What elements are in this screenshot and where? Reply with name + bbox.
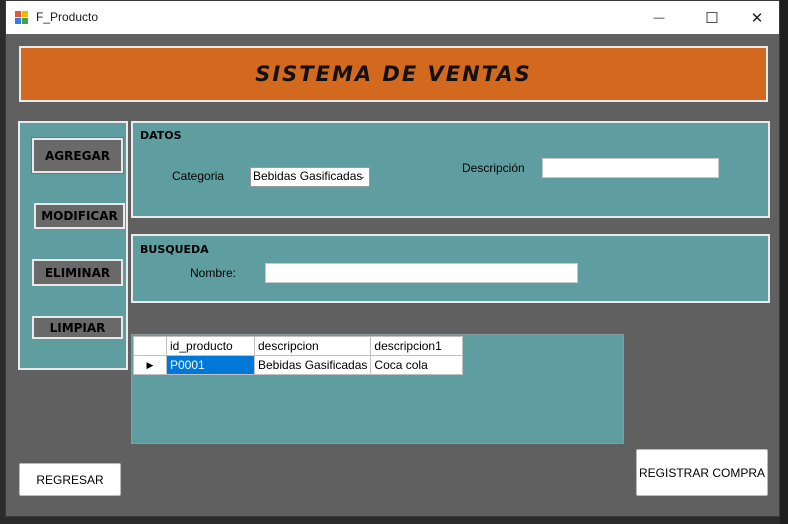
productos-table: id_producto descripcion descripcion1 ▶ P…	[133, 336, 464, 375]
sidebar-panel: AGREGAR MODIFICAR ELIMINAR LIMPIAR	[18, 121, 128, 370]
limpiar-button[interactable]: LIMPIAR	[32, 316, 123, 339]
nombre-search-input[interactable]	[265, 263, 578, 283]
row-header[interactable]: ▶	[133, 355, 167, 375]
limpiar-label: LIMPIAR	[49, 320, 106, 335]
minimize-button[interactable]: —	[636, 1, 682, 34]
categoria-select-value: Bebidas Gasificadas	[253, 169, 363, 183]
eliminar-button[interactable]: ELIMINAR	[32, 259, 123, 286]
title-bar: F_Producto — ☐ ✕	[6, 1, 779, 34]
busqueda-group: BUSQUEDA Nombre:	[131, 234, 770, 303]
current-row-arrow-icon: ▶	[146, 359, 154, 370]
chevron-down-icon: ⌄	[357, 171, 366, 182]
registrar-compra-button[interactable]: REGISTRAR COMPRA	[636, 449, 768, 496]
column-header-descripcion1[interactable]: descripcion1	[370, 336, 464, 356]
cell-descripcion[interactable]: Bebidas Gasificadas	[253, 355, 372, 375]
datos-group-title: DATOS	[140, 129, 182, 142]
modificar-label: MODIFICAR	[41, 209, 118, 223]
table-row[interactable]: ▶ P0001 Bebidas Gasificadas Coca cola	[133, 355, 464, 375]
app-window: F_Producto — ☐ ✕ SISTEMA DE VENTAS AGREG…	[5, 0, 780, 517]
column-header-descripcion[interactable]: descripcion	[253, 336, 372, 356]
agregar-button[interactable]: AGREGAR	[31, 137, 124, 174]
minimize-icon: —	[653, 11, 665, 24]
close-icon: ✕	[750, 9, 764, 27]
regresar-label: REGRESAR	[36, 472, 104, 487]
maximize-button[interactable]: ☐	[689, 1, 735, 34]
cell-id-producto[interactable]: P0001	[166, 355, 255, 375]
grid-corner	[133, 336, 167, 356]
maximize-icon: ☐	[705, 9, 719, 27]
datos-group: DATOS Categoria Bebidas Gasificadas ⌄ De…	[131, 121, 770, 218]
agregar-label: AGREGAR	[45, 148, 110, 163]
app-icon	[15, 11, 29, 25]
grid-header-row: id_producto descripcion descripcion1	[133, 336, 464, 356]
descripcion-input[interactable]	[542, 158, 719, 178]
close-button[interactable]: ✕	[734, 1, 780, 34]
background-editor-strip	[780, 0, 788, 524]
categoria-label: Categoria	[172, 169, 225, 183]
cell-descripcion1[interactable]: Coca cola	[370, 355, 464, 375]
categoria-select[interactable]: Bebidas Gasificadas ⌄	[250, 167, 370, 187]
window-title: F_Producto	[36, 10, 99, 24]
descripcion-label: Descripción	[462, 161, 525, 175]
system-title: SISTEMA DE VENTAS	[255, 62, 532, 86]
registrar-compra-label: REGISTRAR COMPRA	[638, 465, 765, 480]
modificar-button[interactable]: MODIFICAR	[34, 203, 125, 229]
busqueda-group-title: BUSQUEDA	[140, 243, 209, 256]
eliminar-label: ELIMINAR	[44, 265, 111, 280]
nombre-label: Nombre:	[190, 266, 237, 280]
header-banner: SISTEMA DE VENTAS	[19, 46, 768, 102]
column-header-id-producto[interactable]: id_producto	[166, 336, 255, 356]
productos-grid[interactable]: id_producto descripcion descripcion1 ▶ P…	[131, 334, 624, 444]
regresar-button[interactable]: REGRESAR	[19, 463, 121, 496]
